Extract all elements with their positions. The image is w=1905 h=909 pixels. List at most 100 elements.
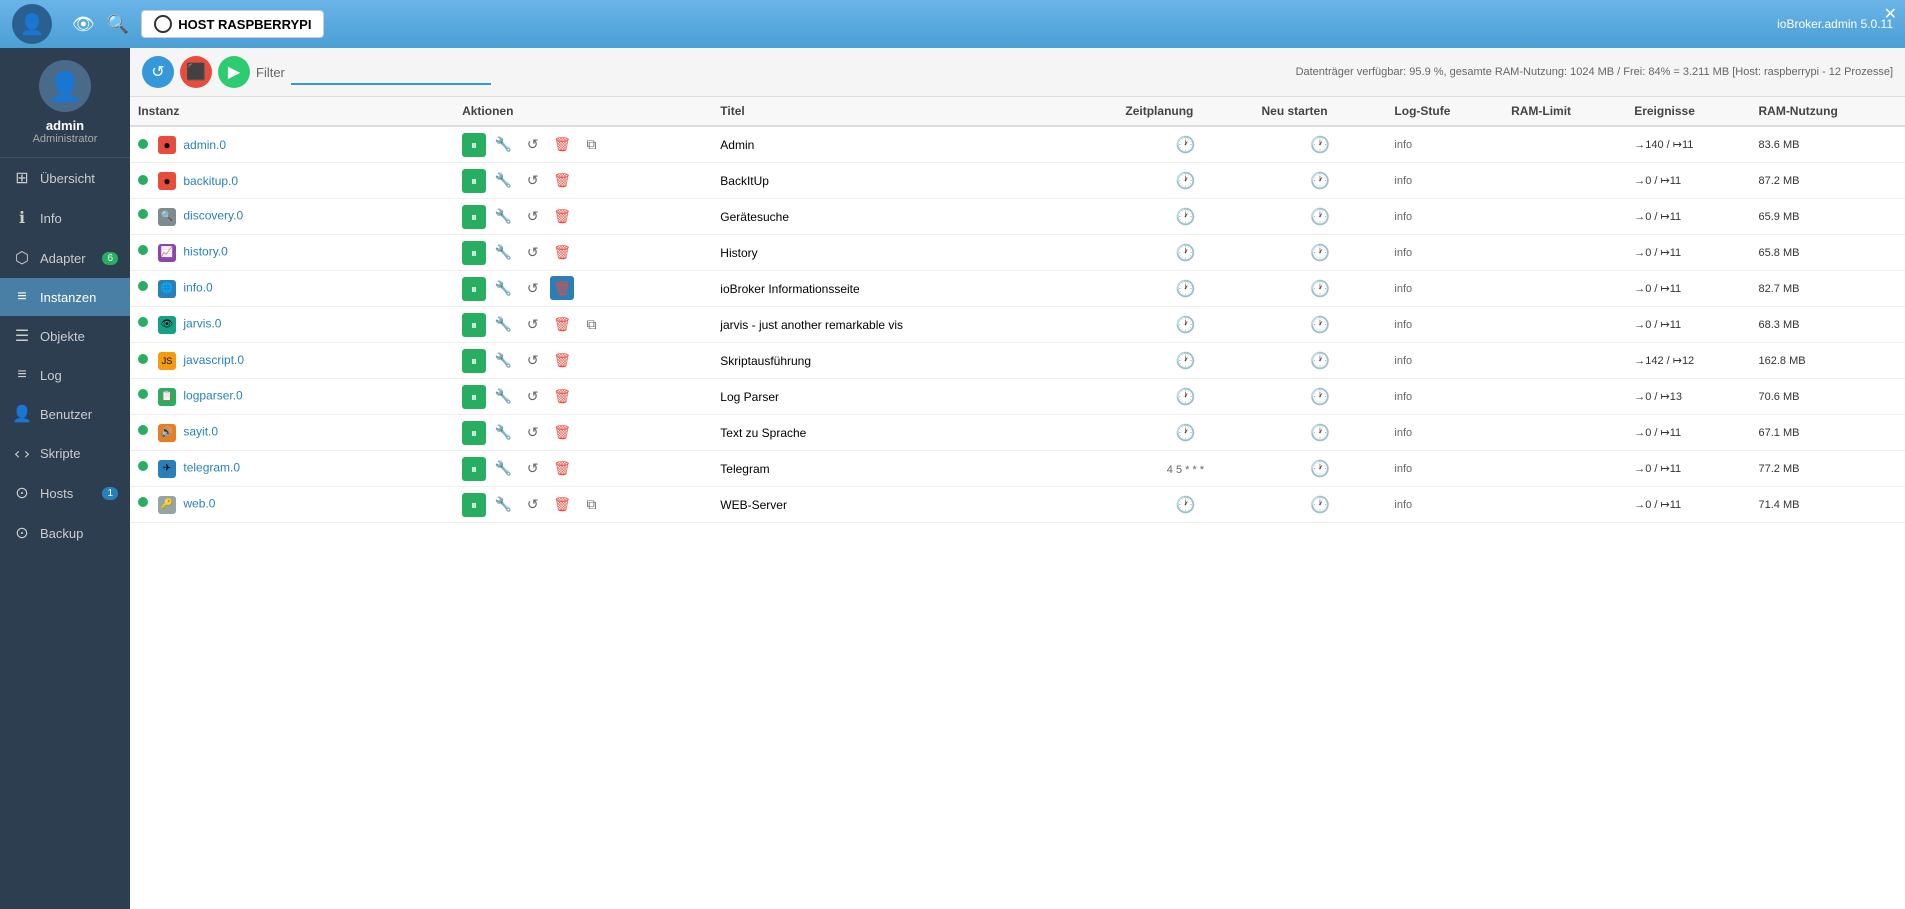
delete-button[interactable]: 🗑 <box>550 240 574 264</box>
refresh-instance-button[interactable]: ↺ <box>521 132 545 156</box>
sidebar-item-objekte[interactable]: ☰ Objekte <box>0 316 130 356</box>
topbar-eye-icon[interactable]: 👁 <box>72 14 95 35</box>
instance-type-icon: 📈 <box>158 244 176 262</box>
delete-button[interactable]: 🗑 <box>550 168 574 192</box>
refresh-instance-button[interactable]: ↺ <box>521 312 545 336</box>
play-button[interactable]: ▶ <box>218 56 250 88</box>
pause-button[interactable]: ⏸ <box>462 133 486 157</box>
delete-button[interactable]: 🗑 <box>550 492 574 516</box>
refresh-instance-button[interactable]: ↺ <box>521 384 545 408</box>
cell-schedule: 🕐 <box>1117 379 1253 415</box>
sidebar-item-skripte[interactable]: ‹› Skripte <box>0 434 130 473</box>
sidebar-item-info[interactable]: ℹ Info <box>0 198 130 238</box>
cell-aktionen: ⏸ 🔧 ↺ 🗑 <box>454 415 712 451</box>
sidebar-item-backup[interactable]: ⊙ Backup <box>0 513 130 553</box>
instance-type-icon: 🔊 <box>158 424 176 442</box>
refresh-instance-button[interactable]: ↺ <box>521 240 545 264</box>
status-dot <box>138 497 148 507</box>
link-button[interactable]: ⧉ <box>579 132 603 156</box>
grid-icon: ⊞ <box>12 168 32 188</box>
topbar-close-icon[interactable]: ✕ <box>1884 4 1897 24</box>
delete-button[interactable]: 🗑 <box>550 312 574 336</box>
cell-aktionen: ⏸ 🔧 ↺ 🗑 <box>454 343 712 379</box>
pause-button[interactable]: ⏸ <box>462 385 486 409</box>
refresh-instance-button[interactable]: ↺ <box>521 204 545 228</box>
cell-title: BackItUp <box>712 163 1117 199</box>
instance-name-link[interactable]: history.0 <box>183 244 227 258</box>
wrench-button[interactable]: 🔧 <box>491 168 515 192</box>
restart-clock-icon: 🕐 <box>1310 317 1330 334</box>
sidebar-item-adapter[interactable]: ⬡ Adapter 6 <box>0 238 130 278</box>
refresh-button[interactable]: ↺ <box>142 56 174 88</box>
delete-button[interactable]: 🗑 <box>550 456 574 480</box>
sidebar-item-benutzer[interactable]: 👤 Benutzer <box>0 394 130 434</box>
wrench-button[interactable]: 🔧 <box>491 204 515 228</box>
cell-schedule: 🕐 <box>1117 487 1253 523</box>
wrench-button[interactable]: 🔧 <box>491 240 515 264</box>
instance-name-link[interactable]: javascript.0 <box>183 353 244 367</box>
cell-aktionen: ⏸ 🔧 ↺ 🗑 <box>454 163 712 199</box>
instance-name-link[interactable]: jarvis.0 <box>183 316 221 330</box>
pause-button[interactable]: ⏸ <box>462 205 486 229</box>
sidebar-item-uebersicht[interactable]: ⊞ Übersicht <box>0 158 130 198</box>
restart-clock-icon: 🕐 <box>1310 281 1330 298</box>
delete-button[interactable]: 🗑 <box>550 348 574 372</box>
wrench-button[interactable]: 🔧 <box>491 384 515 408</box>
pause-button[interactable]: ⏸ <box>462 313 486 337</box>
wrench-button[interactable]: 🔧 <box>491 276 515 300</box>
delete-button[interactable]: 🗑 <box>550 132 574 156</box>
content-area: ↺ ⬛ ▶ Filter Datenträger verfügbar: 95.9… <box>130 48 1905 909</box>
refresh-instance-button[interactable]: ↺ <box>521 420 545 444</box>
pause-button[interactable]: ⏸ <box>462 421 486 445</box>
wrench-button[interactable]: 🔧 <box>491 456 515 480</box>
cell-events: →142 / ↦12 <box>1626 343 1750 379</box>
wrench-button[interactable]: 🔧 <box>491 132 515 156</box>
pause-button[interactable]: ⏸ <box>462 277 486 301</box>
table-row: ✈ telegram.0 ⏸ 🔧 ↺ 🗑 Telegram 4 5 * * * … <box>130 451 1905 487</box>
col-schedule: Zeitplanung <box>1117 97 1253 126</box>
instance-name-link[interactable]: logparser.0 <box>183 388 242 402</box>
cell-ramlimit <box>1503 126 1626 163</box>
refresh-instance-button[interactable]: ↺ <box>521 348 545 372</box>
cell-schedule: 🕐 <box>1117 163 1253 199</box>
instance-name-link[interactable]: web.0 <box>183 496 215 510</box>
delete-button[interactable]: 🗑 <box>550 204 574 228</box>
wrench-button[interactable]: 🔧 <box>491 312 515 336</box>
pause-button[interactable]: ⏸ <box>462 241 486 265</box>
wrench-button[interactable]: 🔧 <box>491 420 515 444</box>
pause-button[interactable]: ⏸ <box>462 349 486 373</box>
hosts-badge: 1 <box>102 487 118 500</box>
sidebar-item-instanzen[interactable]: ≡ Instanzen <box>0 278 130 316</box>
pause-button[interactable]: ⏸ <box>462 493 486 517</box>
wrench-button[interactable]: 🔧 <box>491 348 515 372</box>
refresh-instance-button[interactable]: ↺ <box>521 492 545 516</box>
instance-name-link[interactable]: backitup.0 <box>183 174 238 188</box>
delete-button[interactable]: 🗑 <box>550 384 574 408</box>
delete-button[interactable]: 🗑 <box>550 276 574 300</box>
pause-button[interactable]: ⏸ <box>462 457 486 481</box>
pause-button[interactable]: ⏸ <box>462 169 486 193</box>
instance-name-link[interactable]: admin.0 <box>183 138 226 152</box>
link-button[interactable]: ⧉ <box>579 312 603 336</box>
instance-name-link[interactable]: info.0 <box>183 280 212 294</box>
schedule-clock-icon: 🕐 <box>1175 389 1195 406</box>
sidebar-item-hosts[interactable]: ⊙ Hosts 1 <box>0 473 130 513</box>
refresh-instance-button[interactable]: ↺ <box>521 456 545 480</box>
refresh-instance-button[interactable]: ↺ <box>521 276 545 300</box>
refresh-instance-button[interactable]: ↺ <box>521 168 545 192</box>
topbar-search-icon[interactable]: 🔍 <box>107 14 129 35</box>
stop-button[interactable]: ⬛ <box>180 56 212 88</box>
host-button[interactable]: HOST RASPBERRYPI <box>141 10 324 38</box>
cell-events: →0 / ↦11 <box>1626 451 1750 487</box>
sidebar-item-log[interactable]: ≡ Log <box>0 356 130 394</box>
link-button[interactable]: ⧉ <box>579 492 603 516</box>
cell-title: Admin <box>712 126 1117 163</box>
instance-name-link[interactable]: sayit.0 <box>183 424 218 438</box>
host-label: HOST RASPBERRYPI <box>178 17 311 32</box>
instance-name-link[interactable]: discovery.0 <box>183 208 243 222</box>
instance-name-link[interactable]: telegram.0 <box>183 460 240 474</box>
info-icon: ℹ <box>12 208 32 228</box>
filter-input[interactable] <box>291 60 491 85</box>
delete-button[interactable]: 🗑 <box>550 420 574 444</box>
wrench-button[interactable]: 🔧 <box>491 492 515 516</box>
